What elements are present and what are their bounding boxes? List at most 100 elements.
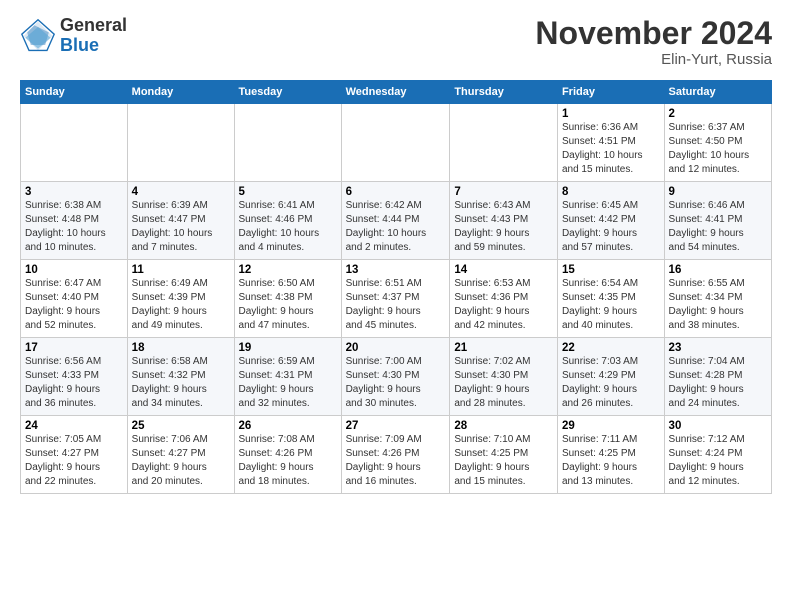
calendar-week-4: 17Sunrise: 6:56 AM Sunset: 4:33 PM Dayli…: [21, 338, 772, 416]
day-info: Sunrise: 6:45 AM Sunset: 4:42 PM Dayligh…: [562, 199, 660, 255]
calendar-cell: 11Sunrise: 6:49 AM Sunset: 4:39 PM Dayli…: [127, 260, 234, 338]
col-tuesday: Tuesday: [234, 81, 341, 104]
calendar-week-3: 10Sunrise: 6:47 AM Sunset: 4:40 PM Dayli…: [21, 260, 772, 338]
day-info: Sunrise: 7:00 AM Sunset: 4:30 PM Dayligh…: [346, 355, 446, 411]
day-number: 19: [239, 342, 337, 354]
calendar-body: 1Sunrise: 6:36 AM Sunset: 4:51 PM Daylig…: [21, 104, 772, 494]
calendar-cell: 25Sunrise: 7:06 AM Sunset: 4:27 PM Dayli…: [127, 416, 234, 494]
day-info: Sunrise: 7:11 AM Sunset: 4:25 PM Dayligh…: [562, 433, 660, 489]
day-info: Sunrise: 6:51 AM Sunset: 4:37 PM Dayligh…: [346, 277, 446, 333]
day-number: 8: [562, 186, 660, 198]
header: General Blue November 2024 Elin-Yurt, Ru…: [20, 16, 772, 68]
day-info: Sunrise: 6:37 AM Sunset: 4:50 PM Dayligh…: [669, 121, 767, 177]
calendar-cell: [127, 104, 234, 182]
calendar-cell: 15Sunrise: 6:54 AM Sunset: 4:35 PM Dayli…: [557, 260, 664, 338]
calendar-cell: 26Sunrise: 7:08 AM Sunset: 4:26 PM Dayli…: [234, 416, 341, 494]
day-info: Sunrise: 7:06 AM Sunset: 4:27 PM Dayligh…: [132, 433, 230, 489]
page: General Blue November 2024 Elin-Yurt, Ru…: [0, 0, 792, 504]
calendar-header: Sunday Monday Tuesday Wednesday Thursday…: [21, 81, 772, 104]
day-info: Sunrise: 7:03 AM Sunset: 4:29 PM Dayligh…: [562, 355, 660, 411]
calendar-cell: 29Sunrise: 7:11 AM Sunset: 4:25 PM Dayli…: [557, 416, 664, 494]
calendar-week-5: 24Sunrise: 7:05 AM Sunset: 4:27 PM Dayli…: [21, 416, 772, 494]
calendar-cell: 10Sunrise: 6:47 AM Sunset: 4:40 PM Dayli…: [21, 260, 128, 338]
day-number: 21: [454, 342, 553, 354]
calendar-cell: [21, 104, 128, 182]
day-info: Sunrise: 7:12 AM Sunset: 4:24 PM Dayligh…: [669, 433, 767, 489]
day-number: 14: [454, 264, 553, 276]
day-info: Sunrise: 6:46 AM Sunset: 4:41 PM Dayligh…: [669, 199, 767, 255]
calendar-cell: [450, 104, 558, 182]
day-number: 29: [562, 420, 660, 432]
day-number: 5: [239, 186, 337, 198]
day-info: Sunrise: 6:39 AM Sunset: 4:47 PM Dayligh…: [132, 199, 230, 255]
day-info: Sunrise: 6:54 AM Sunset: 4:35 PM Dayligh…: [562, 277, 660, 333]
day-info: Sunrise: 7:05 AM Sunset: 4:27 PM Dayligh…: [25, 433, 123, 489]
calendar-cell: 20Sunrise: 7:00 AM Sunset: 4:30 PM Dayli…: [341, 338, 450, 416]
day-info: Sunrise: 7:02 AM Sunset: 4:30 PM Dayligh…: [454, 355, 553, 411]
day-number: 10: [25, 264, 123, 276]
calendar-cell: 7Sunrise: 6:43 AM Sunset: 4:43 PM Daylig…: [450, 182, 558, 260]
day-info: Sunrise: 7:04 AM Sunset: 4:28 PM Dayligh…: [669, 355, 767, 411]
logo-general: General: [60, 16, 127, 36]
calendar-cell: 23Sunrise: 7:04 AM Sunset: 4:28 PM Dayli…: [664, 338, 771, 416]
location: Elin-Yurt, Russia: [535, 51, 772, 68]
day-number: 4: [132, 186, 230, 198]
day-info: Sunrise: 6:55 AM Sunset: 4:34 PM Dayligh…: [669, 277, 767, 333]
day-info: Sunrise: 6:49 AM Sunset: 4:39 PM Dayligh…: [132, 277, 230, 333]
calendar-cell: [341, 104, 450, 182]
day-number: 28: [454, 420, 553, 432]
logo-text: General Blue: [60, 16, 127, 56]
calendar-cell: 1Sunrise: 6:36 AM Sunset: 4:51 PM Daylig…: [557, 104, 664, 182]
day-info: Sunrise: 6:58 AM Sunset: 4:32 PM Dayligh…: [132, 355, 230, 411]
day-info: Sunrise: 6:47 AM Sunset: 4:40 PM Dayligh…: [25, 277, 123, 333]
calendar-cell: 9Sunrise: 6:46 AM Sunset: 4:41 PM Daylig…: [664, 182, 771, 260]
day-number: 24: [25, 420, 123, 432]
day-number: 20: [346, 342, 446, 354]
day-number: 12: [239, 264, 337, 276]
calendar-cell: 19Sunrise: 6:59 AM Sunset: 4:31 PM Dayli…: [234, 338, 341, 416]
calendar-cell: 24Sunrise: 7:05 AM Sunset: 4:27 PM Dayli…: [21, 416, 128, 494]
calendar-cell: 3Sunrise: 6:38 AM Sunset: 4:48 PM Daylig…: [21, 182, 128, 260]
day-number: 2: [669, 108, 767, 120]
day-info: Sunrise: 6:59 AM Sunset: 4:31 PM Dayligh…: [239, 355, 337, 411]
day-number: 16: [669, 264, 767, 276]
title-block: November 2024 Elin-Yurt, Russia: [535, 16, 772, 68]
calendar-cell: 22Sunrise: 7:03 AM Sunset: 4:29 PM Dayli…: [557, 338, 664, 416]
day-number: 27: [346, 420, 446, 432]
col-wednesday: Wednesday: [341, 81, 450, 104]
calendar-cell: 21Sunrise: 7:02 AM Sunset: 4:30 PM Dayli…: [450, 338, 558, 416]
day-info: Sunrise: 6:56 AM Sunset: 4:33 PM Dayligh…: [25, 355, 123, 411]
day-info: Sunrise: 7:09 AM Sunset: 4:26 PM Dayligh…: [346, 433, 446, 489]
day-number: 22: [562, 342, 660, 354]
col-monday: Monday: [127, 81, 234, 104]
day-number: 11: [132, 264, 230, 276]
day-info: Sunrise: 6:36 AM Sunset: 4:51 PM Dayligh…: [562, 121, 660, 177]
calendar-cell: [234, 104, 341, 182]
calendar-cell: 28Sunrise: 7:10 AM Sunset: 4:25 PM Dayli…: [450, 416, 558, 494]
calendar-cell: 16Sunrise: 6:55 AM Sunset: 4:34 PM Dayli…: [664, 260, 771, 338]
day-info: Sunrise: 7:08 AM Sunset: 4:26 PM Dayligh…: [239, 433, 337, 489]
month-title: November 2024: [535, 16, 772, 51]
header-row: Sunday Monday Tuesday Wednesday Thursday…: [21, 81, 772, 104]
calendar-cell: 8Sunrise: 6:45 AM Sunset: 4:42 PM Daylig…: [557, 182, 664, 260]
calendar-cell: 14Sunrise: 6:53 AM Sunset: 4:36 PM Dayli…: [450, 260, 558, 338]
logo-blue: Blue: [60, 36, 127, 56]
day-number: 13: [346, 264, 446, 276]
day-number: 26: [239, 420, 337, 432]
day-info: Sunrise: 6:38 AM Sunset: 4:48 PM Dayligh…: [25, 199, 123, 255]
calendar-week-2: 3Sunrise: 6:38 AM Sunset: 4:48 PM Daylig…: [21, 182, 772, 260]
calendar-cell: 2Sunrise: 6:37 AM Sunset: 4:50 PM Daylig…: [664, 104, 771, 182]
calendar-cell: 30Sunrise: 7:12 AM Sunset: 4:24 PM Dayli…: [664, 416, 771, 494]
calendar-cell: 6Sunrise: 6:42 AM Sunset: 4:44 PM Daylig…: [341, 182, 450, 260]
day-number: 3: [25, 186, 123, 198]
day-number: 6: [346, 186, 446, 198]
logo-icon: [20, 18, 56, 54]
logo: General Blue: [20, 16, 127, 56]
day-info: Sunrise: 6:43 AM Sunset: 4:43 PM Dayligh…: [454, 199, 553, 255]
day-number: 30: [669, 420, 767, 432]
calendar-cell: 4Sunrise: 6:39 AM Sunset: 4:47 PM Daylig…: [127, 182, 234, 260]
col-thursday: Thursday: [450, 81, 558, 104]
day-number: 15: [562, 264, 660, 276]
day-number: 23: [669, 342, 767, 354]
calendar-table: Sunday Monday Tuesday Wednesday Thursday…: [20, 80, 772, 494]
